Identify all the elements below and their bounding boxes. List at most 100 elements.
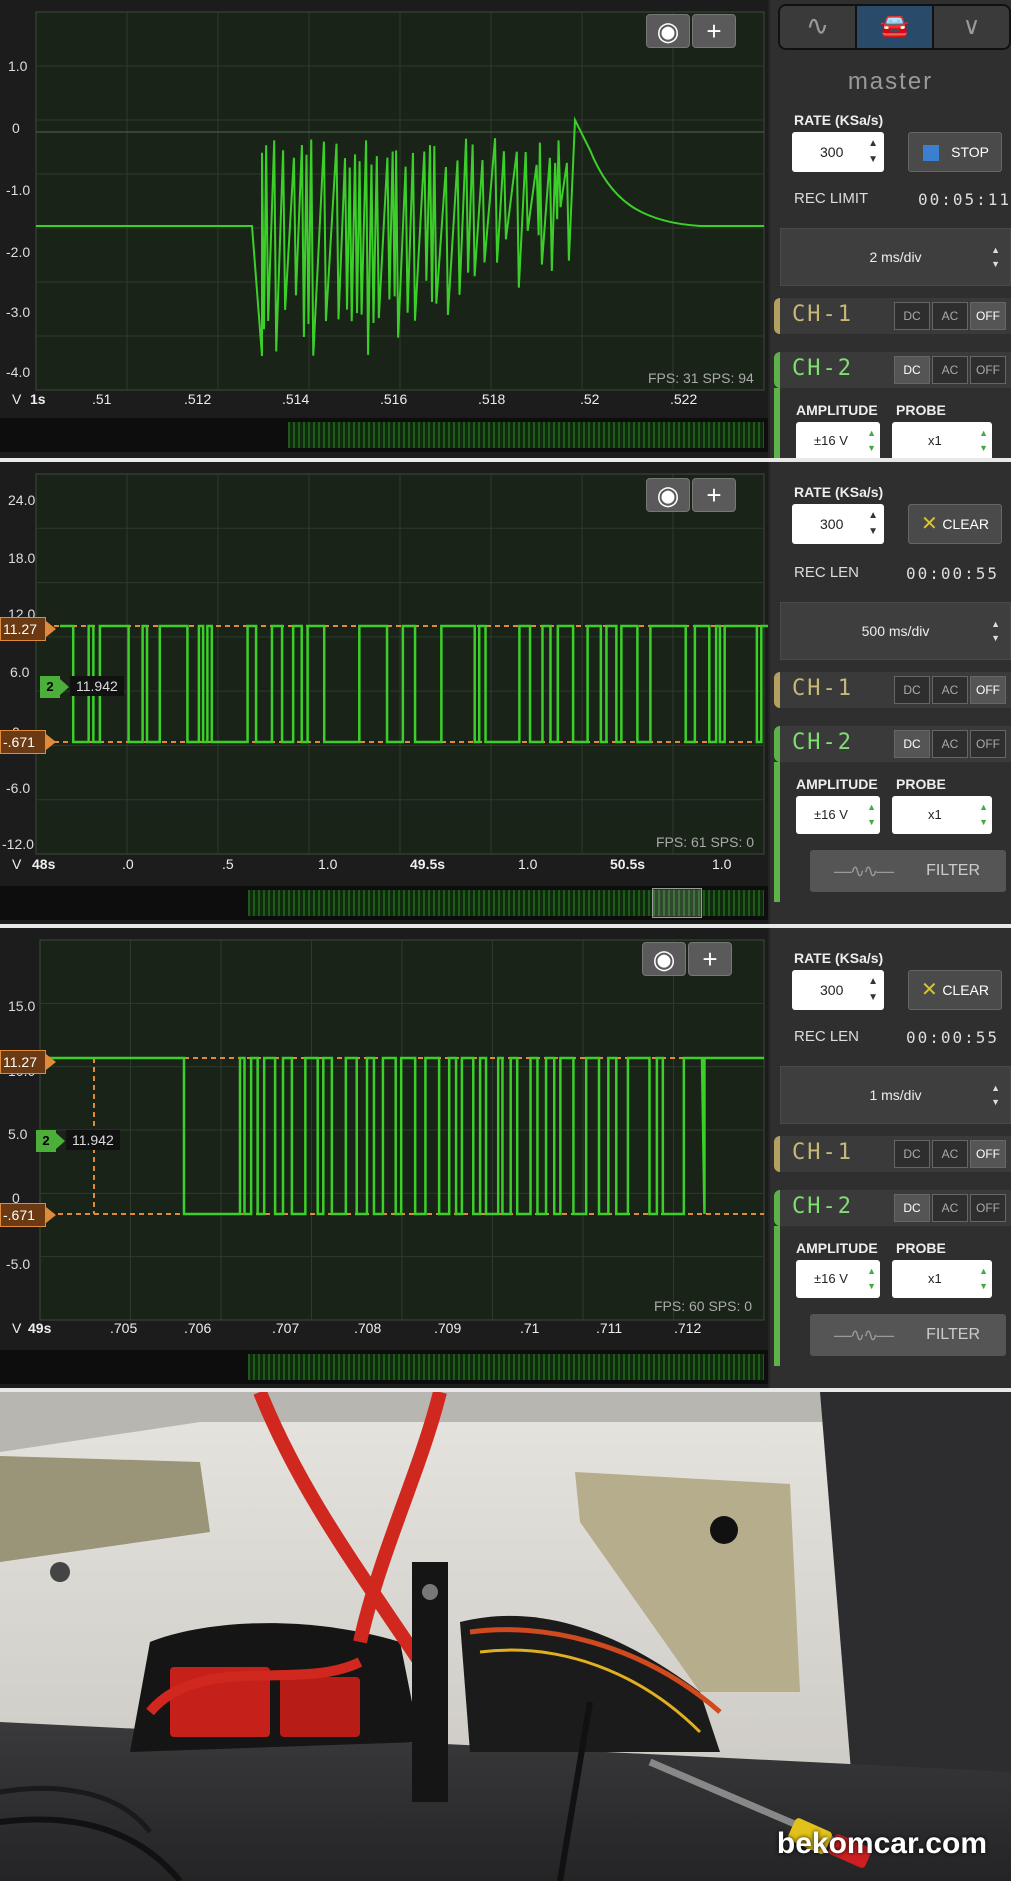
coupling-dc[interactable]: DC (894, 1194, 930, 1222)
timebase-select[interactable]: 500 ms/div (780, 602, 1011, 660)
coupling-dc[interactable]: DC (894, 1140, 930, 1168)
y-tick: -2.0 (6, 244, 31, 260)
rec-len-label: REC LEN (794, 564, 860, 581)
x-tick: 49s (28, 1320, 52, 1336)
amplitude-label: AMPLITUDE (796, 402, 878, 418)
filter-waveform-icon: —∿∿— (834, 1325, 894, 1345)
watermark: bekomcar.com (776, 1827, 987, 1860)
timebase-select[interactable]: 1 ms/div (780, 1066, 1011, 1124)
sine-wave-icon[interactable]: ∿ (780, 6, 855, 48)
coupling-dc[interactable]: DC (894, 676, 930, 704)
channel-2-row[interactable]: CH-2 DC AC OFF (774, 726, 1011, 762)
channel-1-row[interactable]: CH-1 DC AC OFF (774, 672, 1011, 708)
scope-panel-1: ◉ + 1.0 0 -1.0 -2.0 -3.0 -4.0 FPS: 31 SP… (0, 0, 1011, 458)
channel-2-marker[interactable]: 2 (40, 676, 69, 698)
coupling-ac[interactable]: AC (932, 730, 968, 758)
y-tick: 24.0 (8, 492, 36, 508)
coupling-off[interactable]: OFF (970, 730, 1006, 758)
coupling-off[interactable]: OFF (970, 1140, 1006, 1168)
rate-stepper[interactable]: 300 (792, 504, 884, 544)
cursor-low-label[interactable]: -.671 (0, 1203, 56, 1227)
coupling-dc[interactable]: DC (894, 730, 930, 758)
add-icon[interactable]: + (692, 14, 736, 48)
channel-2-label: CH-2 (792, 356, 853, 381)
cursor-low-label[interactable]: -.671 (0, 730, 56, 754)
rec-len-value: 00:00:55 (906, 1028, 1000, 1047)
channel-2-row[interactable]: CH-2 DC AC OFF (774, 352, 1011, 388)
rec-limit-label: REC LIMIT (794, 190, 869, 207)
channel-1-row[interactable]: CH-1 DC AC OFF (774, 1136, 1011, 1172)
y-tick: -12.0 (2, 836, 34, 852)
cursor-high-label[interactable]: 11.27 (0, 617, 56, 641)
clear-button[interactable]: ✕ CLEAR (908, 970, 1002, 1010)
y-tick: -4.0 (6, 364, 31, 380)
coupling-off[interactable]: OFF (970, 676, 1006, 704)
amplitude-select[interactable]: ±16 V (796, 422, 880, 458)
rate-stepper[interactable]: 300 (792, 970, 884, 1010)
coupling-ac[interactable]: AC (932, 1140, 968, 1168)
amplitude-select[interactable]: ±16 V (796, 796, 880, 834)
coupling-ac[interactable]: AC (932, 356, 968, 384)
plot-area-1[interactable]: ◉ + 1.0 0 -1.0 -2.0 -3.0 -4.0 FPS: 31 SP… (0, 0, 768, 458)
coupling-off[interactable]: OFF (970, 302, 1006, 330)
chevron-down-icon[interactable]: ∨ (934, 6, 1009, 48)
y-tick: -1.0 (6, 182, 31, 198)
channel-1-row[interactable]: CH-1 DC AC OFF (774, 298, 1011, 334)
x-tick: .709 (434, 1320, 462, 1336)
x-tick: .711 (596, 1320, 623, 1336)
overview-strip-1[interactable] (0, 418, 768, 452)
overview-strip-2[interactable] (0, 886, 768, 920)
waveform-svg-1 (35, 11, 765, 391)
plot-area-3[interactable]: ◉ + 15.0 10.0 5.0 0 -5.0 11.27 -.671 2 1… (0, 928, 768, 1388)
clear-button[interactable]: ✕ CLEAR (908, 504, 1002, 544)
coupling-off[interactable]: OFF (970, 1194, 1006, 1222)
filter-button[interactable]: —∿∿— FILTER (810, 850, 1006, 892)
amplitude-select[interactable]: ±16 V (796, 1260, 880, 1298)
probe-select[interactable]: x1 (892, 422, 992, 458)
channel-2-value: 11.942 (70, 676, 124, 696)
filter-button[interactable]: —∿∿— FILTER (810, 1314, 1006, 1356)
channel-1-label: CH-1 (792, 302, 853, 327)
eye-icon[interactable]: ◉ (646, 14, 690, 48)
stop-button[interactable]: STOP (908, 132, 1002, 172)
coupling-ac[interactable]: AC (932, 1194, 968, 1222)
y-tick: 18.0 (8, 550, 36, 566)
overview-window-handle[interactable] (652, 888, 702, 918)
x-tick: 1.0 (712, 856, 732, 872)
add-icon[interactable]: + (692, 478, 736, 512)
cursor-high-label[interactable]: 11.27 (0, 1050, 56, 1074)
probe-select[interactable]: x1 (892, 796, 992, 834)
filter-waveform-icon: —∿∿— (834, 861, 894, 881)
probe-select[interactable]: x1 (892, 1260, 992, 1298)
mode-tabs: ∿ 🚘 ∨ (778, 4, 1011, 50)
timebase-select[interactable]: 2 ms/div (780, 228, 1011, 286)
coupling-dc[interactable]: DC (894, 302, 930, 330)
rate-stepper[interactable]: 300 (792, 132, 884, 172)
channel-2-row[interactable]: CH-2 DC AC OFF (774, 1190, 1011, 1226)
overview-strip-3[interactable] (0, 1350, 768, 1384)
filter-label: FILTER (926, 1326, 980, 1343)
car-icon[interactable]: 🚘 (855, 6, 934, 48)
channel-2-settings: AMPLITUDE PROBE ±16 V x1 —∿∿— FILTER (774, 1226, 1011, 1366)
y-tick: 5.0 (8, 1126, 28, 1142)
x-tick: 1s (30, 391, 46, 407)
photo-car-trunk-battery: bekomcar.com (0, 1392, 1011, 1881)
stop-square-icon (923, 145, 939, 161)
eye-icon[interactable]: ◉ (642, 942, 686, 976)
filter-label: FILTER (926, 862, 980, 879)
probe-label: PROBE (896, 1240, 946, 1256)
y-tick: -6.0 (6, 780, 31, 796)
control-sidebar-2: RATE (KSa/s) 300 ✕CLEAR REC LEN 00:00:55… (770, 462, 1011, 924)
y-tick: 1.0 (8, 58, 28, 74)
coupling-off[interactable]: OFF (970, 356, 1006, 384)
fps-readout: FPS: 31 SPS: 94 (648, 370, 754, 386)
coupling-dc[interactable]: DC (894, 356, 930, 384)
coupling-ac[interactable]: AC (932, 676, 968, 704)
plot-area-2[interactable]: ◉ + 24.0 18.0 12.0 6.0 0 -6.0 -12.0 11.2… (0, 462, 768, 924)
rate-label: RATE (KSa/s) (794, 112, 884, 128)
eye-icon[interactable]: ◉ (646, 478, 690, 512)
probe-label: PROBE (896, 776, 946, 792)
coupling-ac[interactable]: AC (932, 302, 968, 330)
channel-2-marker[interactable]: 2 (36, 1130, 65, 1152)
add-icon[interactable]: + (688, 942, 732, 976)
